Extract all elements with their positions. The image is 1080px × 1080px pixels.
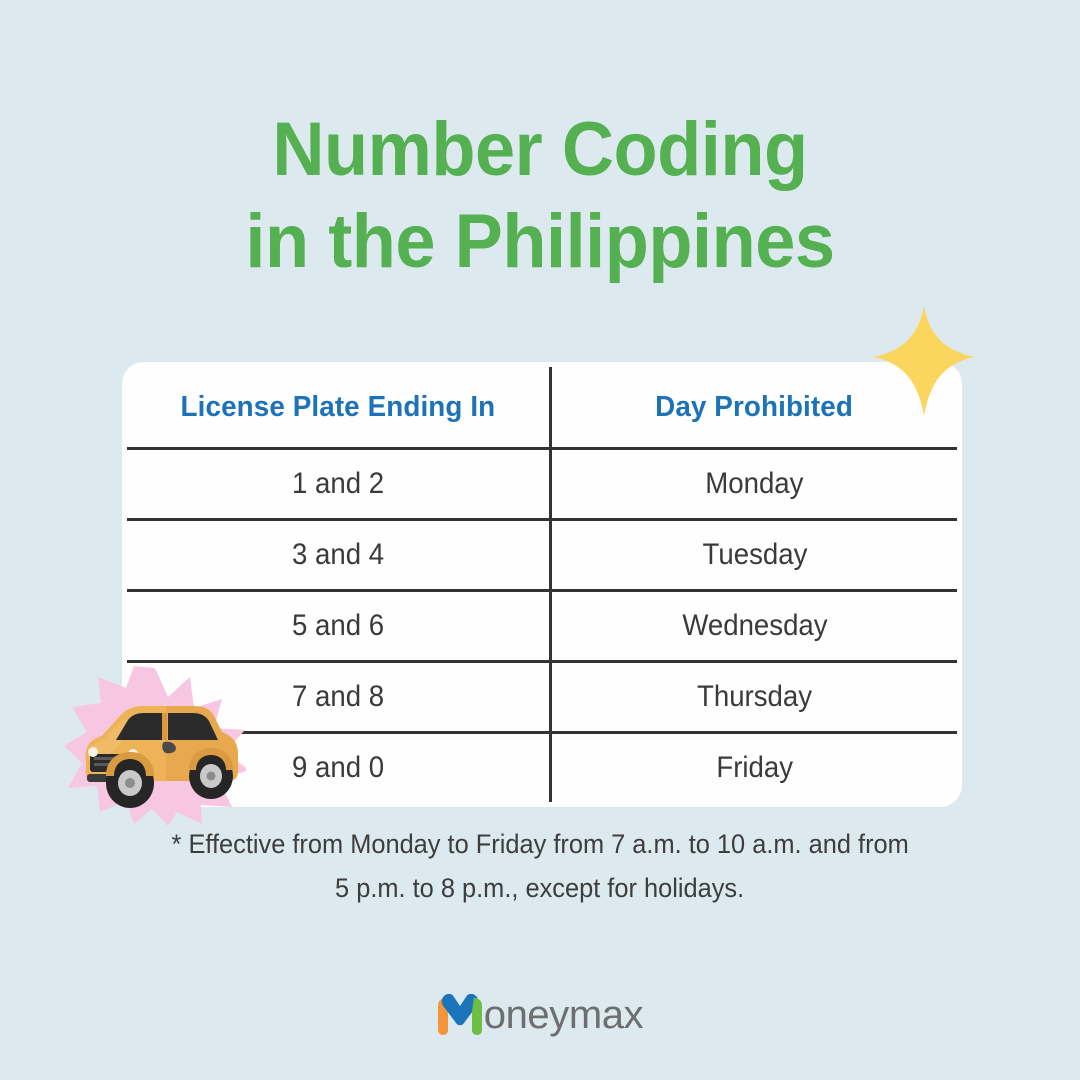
- cell-day-value: Tuesday: [702, 538, 807, 571]
- footnote: * Effective from Monday to Friday from 7…: [110, 822, 970, 910]
- moneymax-wordmark: oneymax: [483, 993, 644, 1037]
- title-line-1: Number Coding: [272, 107, 808, 192]
- table-row: 3 and 4 Tuesday: [127, 518, 957, 592]
- moneymax-logo: oneymax: [0, 992, 1080, 1041]
- cell-plate: 5 and 6: [127, 589, 552, 663]
- table-body: 1 and 2 Monday 3 and 4 Tuesday 5 and 6 W…: [127, 447, 957, 802]
- table-row: 5 and 6 Wednesday: [127, 589, 957, 663]
- column-header-plate-label: License Plate Ending In: [180, 390, 496, 423]
- column-header-plate: License Plate Ending In: [127, 367, 552, 450]
- cell-day: Friday: [549, 731, 957, 802]
- cell-plate-value: 3 and 4: [291, 538, 385, 571]
- cell-day: Thursday: [549, 660, 957, 734]
- footnote-line-1: * Effective from Monday to Friday from 7…: [171, 829, 909, 859]
- cell-plate-value: 1 and 2: [291, 467, 385, 500]
- cell-plate: 3 and 4: [127, 518, 552, 592]
- cell-day-value: Thursday: [696, 680, 813, 713]
- number-coding-table: License Plate Ending In Day Prohibited 1…: [122, 362, 962, 807]
- title-line-2: in the Philippines: [245, 199, 835, 284]
- column-header-day: Day Prohibited: [549, 367, 957, 450]
- page-title: Number Coding in the Philippines: [0, 104, 1080, 288]
- number-coding-table-container: License Plate Ending In Day Prohibited 1…: [122, 362, 962, 807]
- cell-plate: 7 and 8: [127, 660, 552, 734]
- footnote-line-2: 5 p.m. to 8 p.m., except for holidays.: [335, 873, 745, 903]
- table-header-row: License Plate Ending In Day Prohibited: [127, 367, 957, 450]
- cell-plate: 1 and 2: [127, 447, 552, 521]
- cell-day: Wednesday: [549, 589, 957, 663]
- cell-day-value: Friday: [716, 751, 793, 784]
- cell-plate-value: 7 and 8: [291, 680, 385, 713]
- cell-day-value: Wednesday: [681, 609, 828, 642]
- table-header: License Plate Ending In Day Prohibited: [127, 367, 957, 450]
- cell-day: Tuesday: [549, 518, 957, 592]
- table-row: 1 and 2 Monday: [127, 447, 957, 521]
- cell-day-value: Monday: [705, 467, 804, 500]
- infographic-canvas: Number Coding in the Philippines License…: [0, 0, 1080, 1080]
- cell-plate-value: 9 and 0: [291, 751, 385, 784]
- cell-plate-value: 5 and 6: [291, 609, 385, 642]
- cell-plate: 9 and 0: [127, 731, 552, 802]
- table-row: 7 and 8 Thursday: [127, 660, 957, 734]
- moneymax-m-icon: [437, 993, 482, 1035]
- cell-day: Monday: [549, 447, 957, 521]
- table-row: 9 and 0 Friday: [127, 731, 957, 802]
- column-header-day-label: Day Prohibited: [655, 390, 854, 423]
